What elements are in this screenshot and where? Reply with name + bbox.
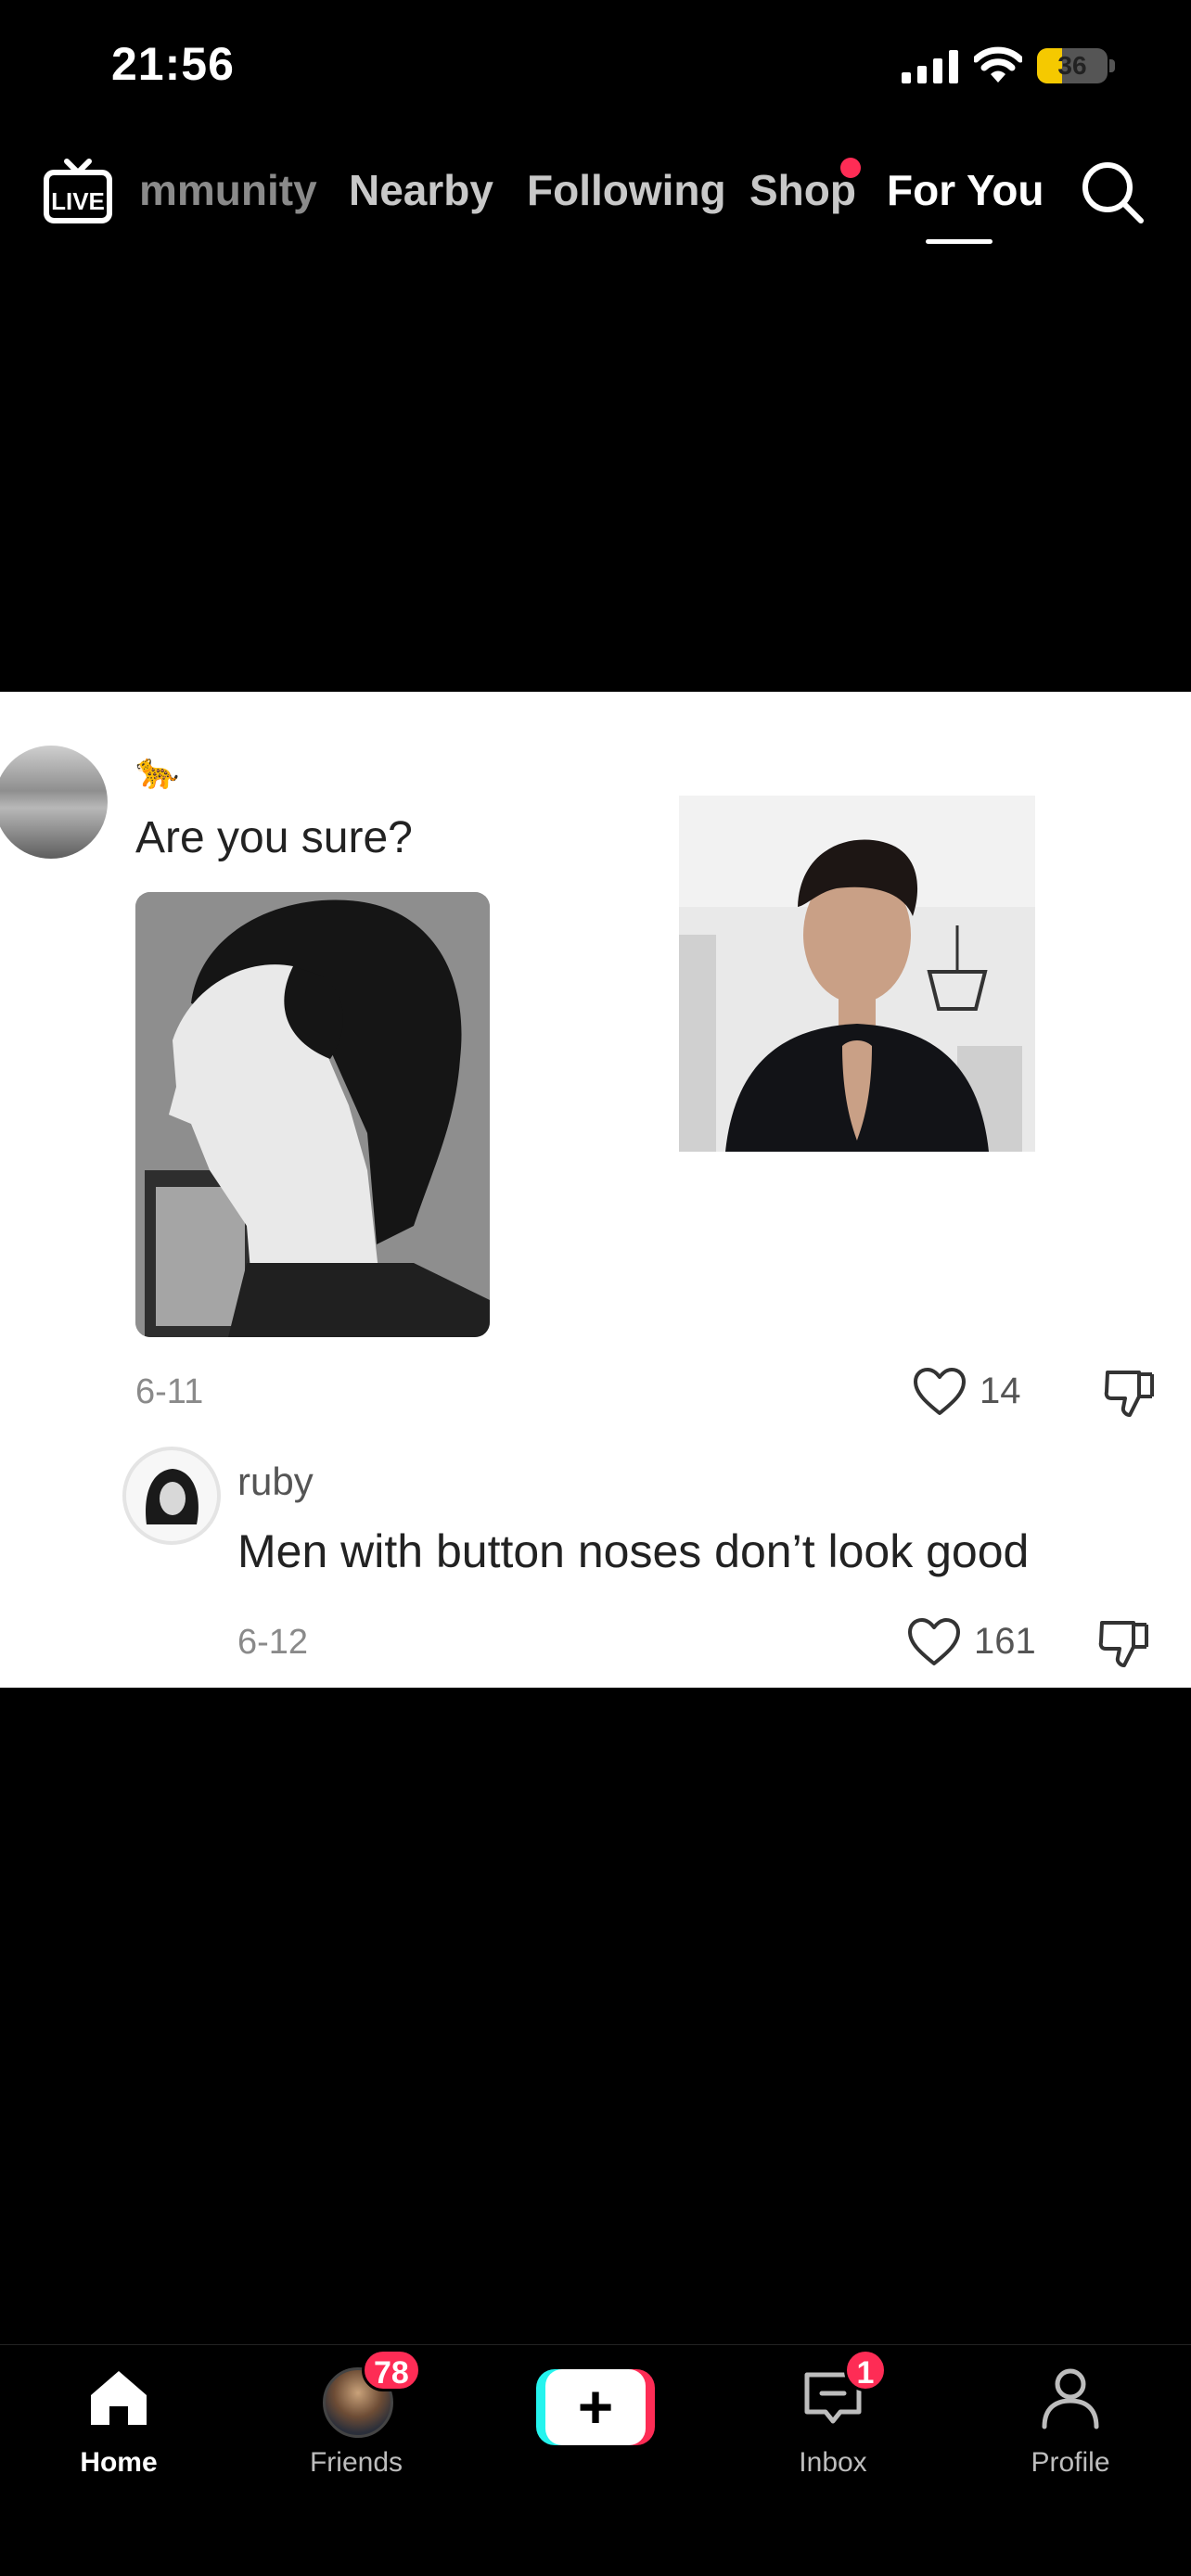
tab-friends[interactable]: 78 Friends: [273, 2345, 440, 2576]
dislike-icon[interactable]: [1102, 1365, 1156, 1419]
tab-inbox[interactable]: 1 Inbox: [749, 2345, 916, 2576]
heart-icon[interactable]: [907, 1617, 961, 1667]
tab-community[interactable]: mmunity: [139, 165, 317, 215]
heart-icon[interactable]: [913, 1367, 967, 1417]
tab-following[interactable]: Following: [527, 165, 726, 215]
reply-avatar-image: [126, 1450, 217, 1541]
comment-date: 6-11: [135, 1372, 204, 1411]
comment-text: Are you sure?: [135, 813, 413, 862]
friends-badge: 78: [362, 2349, 421, 2391]
tab-inbox-label: Inbox: [799, 2447, 867, 2478]
tab-nearby[interactable]: Nearby: [349, 165, 493, 215]
reply-text: Men with button noses don’t look good: [237, 1525, 1030, 1577]
reply-date: 6-12: [237, 1623, 309, 1662]
reply-like-count: 161: [974, 1621, 1036, 1662]
comment-card: 🐆 Are you sure? 6-11 14 ruby Men with bu…: [0, 692, 1191, 1688]
tab-profile-label: Profile: [1031, 2447, 1110, 2478]
person-image: [679, 796, 1035, 1152]
tab-home-label: Home: [80, 2447, 158, 2478]
live-tv-icon[interactable]: LIVE: [43, 158, 113, 224]
signal-icon: [902, 50, 958, 83]
create-button[interactable]: +: [536, 2369, 655, 2445]
shop-notification-dot: [840, 158, 861, 178]
bottom-tab-bar: Home 78 Friends + 1 Inbox Profile: [0, 2344, 1191, 2576]
reply-username[interactable]: ruby: [237, 1460, 314, 1504]
battery-icon: 36: [1037, 48, 1115, 83]
tab-shop[interactable]: Shop: [749, 165, 856, 215]
active-tab-indicator: [926, 239, 992, 244]
inbox-badge: 1: [844, 2349, 887, 2391]
battery-cap: [1109, 59, 1115, 72]
portrait-image: [135, 892, 490, 1337]
reply-image[interactable]: [679, 796, 1035, 1152]
home-icon: [91, 2371, 147, 2425]
search-icon[interactable]: [1080, 159, 1145, 224]
comment-username[interactable]: 🐆: [135, 751, 179, 792]
tab-friends-label: Friends: [309, 2447, 403, 2478]
battery-level: 36: [1057, 51, 1087, 80]
dislike-icon[interactable]: [1096, 1615, 1150, 1669]
reply-avatar[interactable]: [122, 1447, 221, 1545]
battery-body: 36: [1037, 48, 1108, 83]
create-icon: +: [577, 2372, 614, 2441]
wifi-icon: [974, 46, 1022, 83]
status-time: 21:56: [111, 38, 235, 90]
tab-profile[interactable]: Profile: [987, 2345, 1154, 2576]
avatar[interactable]: [0, 746, 108, 859]
comment-image[interactable]: [135, 892, 490, 1337]
profile-icon: [1042, 2368, 1099, 2429]
live-label: LIVE: [51, 187, 105, 215]
tab-home[interactable]: Home: [35, 2345, 202, 2576]
comment-like-count: 14: [980, 1371, 1021, 1411]
tab-for-you[interactable]: For You: [887, 165, 1044, 215]
